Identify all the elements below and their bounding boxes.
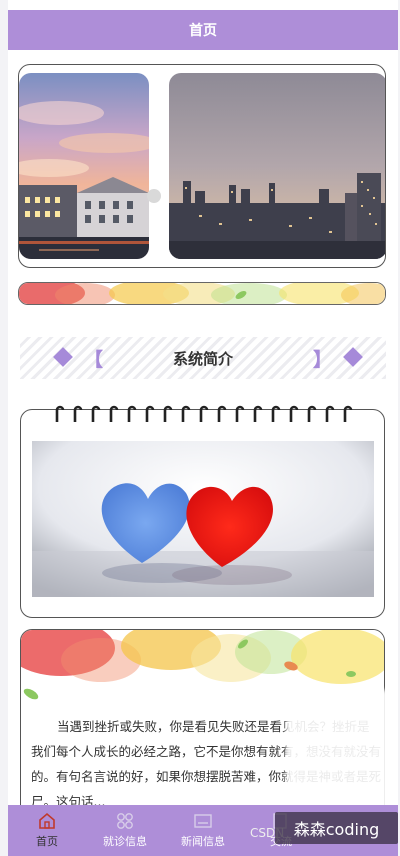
hearts-photo — [32, 441, 374, 597]
author-watermark-text: 森森coding — [293, 820, 380, 839]
diamond-ornament-right-icon — [343, 347, 363, 367]
bracket-left-icon: 【 — [84, 349, 104, 371]
page-frame: 首页 【 系统简介 】 当遇到挫折或失败，你是看见失败还是看见机会？挫折是我们每… — [0, 0, 400, 856]
tab-home[interactable]: 首页 — [8, 805, 86, 856]
carousel-indicator[interactable] — [147, 189, 161, 203]
tab-visit-info-label: 就诊信息 — [103, 835, 147, 848]
blurred-overlay — [286, 690, 396, 810]
tab-visit-info[interactable]: 就诊信息 — [86, 805, 164, 856]
banner-slide-sunset-town[interactable] — [19, 73, 149, 259]
tab-home-label: 首页 — [36, 835, 58, 848]
calendar-photo-frame — [20, 405, 385, 618]
watercolor-strip-graphic — [19, 283, 385, 304]
grid-icon — [117, 813, 133, 829]
banner-carousel[interactable] — [18, 64, 386, 268]
tab-news[interactable]: 新闻信息 — [164, 805, 242, 856]
decorative-watercolor-strip — [18, 282, 386, 305]
app-screen: 首页 【 系统简介 】 当遇到挫折或失败，你是看见失败还是看见机会？挫折是我们每… — [8, 0, 398, 856]
section-title: 系统简介 — [172, 349, 233, 368]
section-title-bar: 【 系统简介 】 — [20, 337, 386, 379]
bracket-right-icon: 】 — [312, 349, 332, 371]
top-navigation-bar: 首页 — [8, 10, 398, 50]
calendar-rings-icon — [55, 405, 353, 422]
tab-news-label: 新闻信息 — [181, 835, 225, 848]
page-title: 首页 — [189, 23, 217, 39]
city-skyline-photo — [169, 73, 385, 259]
sunset-town-photo — [19, 73, 149, 259]
news-icon — [194, 814, 212, 828]
author-watermark: 森森coding — [275, 812, 398, 844]
diamond-ornament-left-icon — [53, 347, 73, 367]
banner-slide-city-skyline[interactable] — [169, 73, 385, 259]
hearts-in-snow-image — [32, 441, 374, 597]
home-icon — [39, 812, 55, 829]
